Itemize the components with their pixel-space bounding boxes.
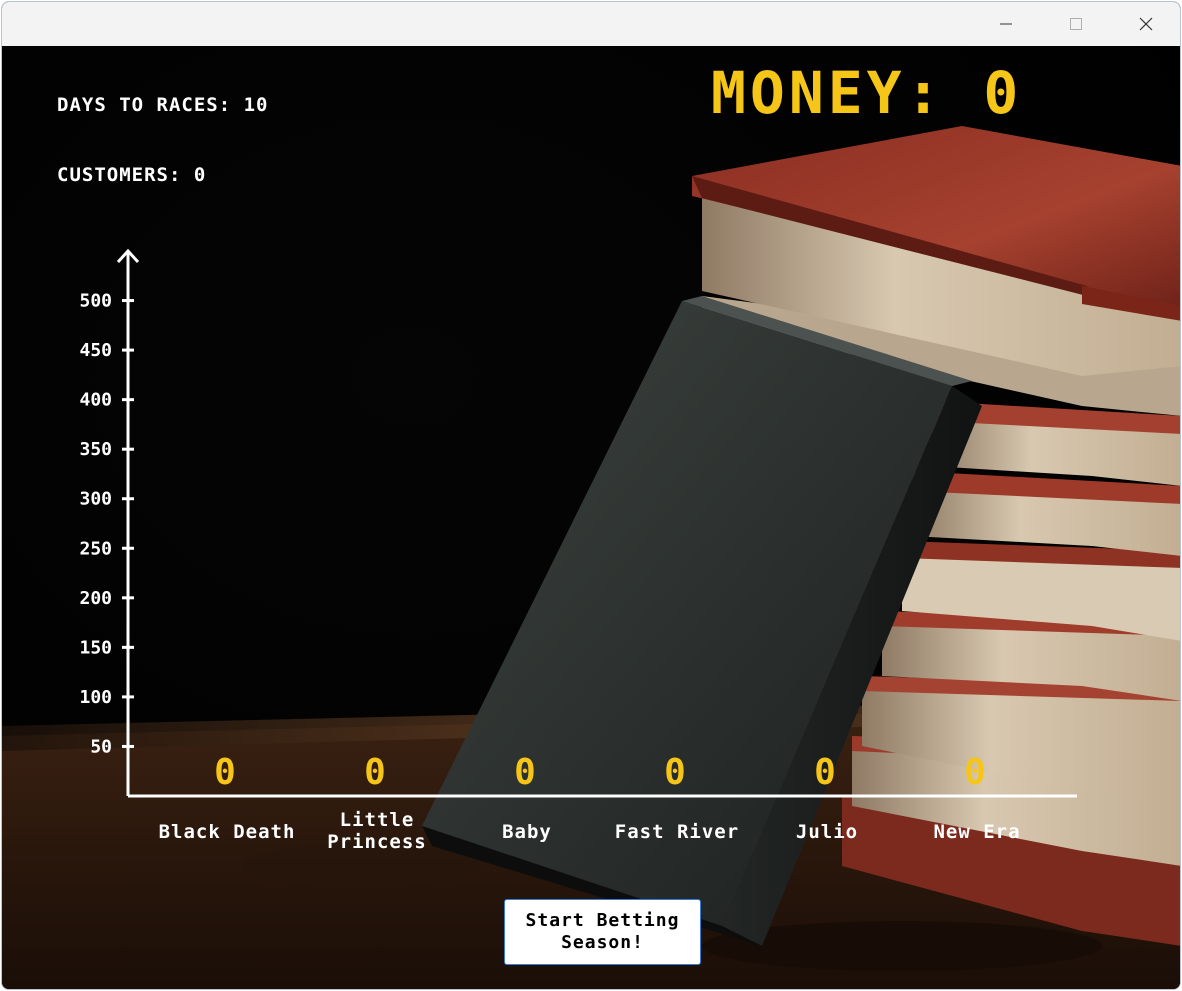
y-tick-label: 500 (79, 291, 112, 312)
maximize-icon (1070, 18, 1082, 30)
y-tick-label: 250 (79, 538, 112, 559)
y-tick-label: 450 (79, 340, 112, 361)
x-category-label: Little Princess (327, 809, 427, 853)
x-category-label: New Era (933, 821, 1021, 843)
minimize-icon (1000, 23, 1012, 25)
game-window: DAYS TO RACES: 10 CUSTOMERS: 0 MONEY: 0 … (1, 1, 1181, 990)
y-tick-label: 200 (79, 588, 112, 609)
bar-value-label: 0 (214, 752, 236, 793)
bar-value-label: 0 (814, 752, 836, 793)
close-button[interactable] (1111, 2, 1180, 46)
close-icon (1139, 17, 1153, 31)
x-category-label: Black Death (158, 821, 296, 843)
customer-bar-chart: 50 100 150 200 250 300 350 400 450 500 0 0 0 0 0 0 (79, 248, 1077, 798)
y-tick-label: 150 (79, 637, 112, 658)
x-category-label: Julio (795, 821, 859, 843)
bar-value-labels: 0 0 0 0 0 0 (214, 752, 986, 793)
x-category-label: Fast River (614, 821, 740, 843)
bar-value-label: 0 (364, 752, 386, 793)
y-tick-label: 100 (79, 687, 112, 708)
y-axis-ticks: 50 100 150 200 250 300 350 400 450 500 (79, 291, 134, 757)
maximize-button[interactable] (1041, 2, 1111, 46)
game-stage: DAYS TO RACES: 10 CUSTOMERS: 0 MONEY: 0 … (2, 46, 1180, 989)
x-category-label: Baby (502, 821, 552, 843)
y-tick-label: 300 (79, 489, 112, 510)
minimize-button[interactable] (971, 2, 1041, 46)
y-tick-label: 400 (79, 390, 112, 411)
bar-value-label: 0 (514, 752, 536, 793)
bar-value-label: 0 (664, 752, 686, 793)
chart-axes (116, 248, 1077, 798)
y-tick-label: 350 (79, 439, 112, 460)
bar-value-label: 0 (964, 752, 986, 793)
y-tick-label: 50 (90, 736, 112, 757)
title-bar (2, 2, 1180, 46)
start-betting-season-button[interactable]: Start Betting Season! (504, 899, 701, 965)
